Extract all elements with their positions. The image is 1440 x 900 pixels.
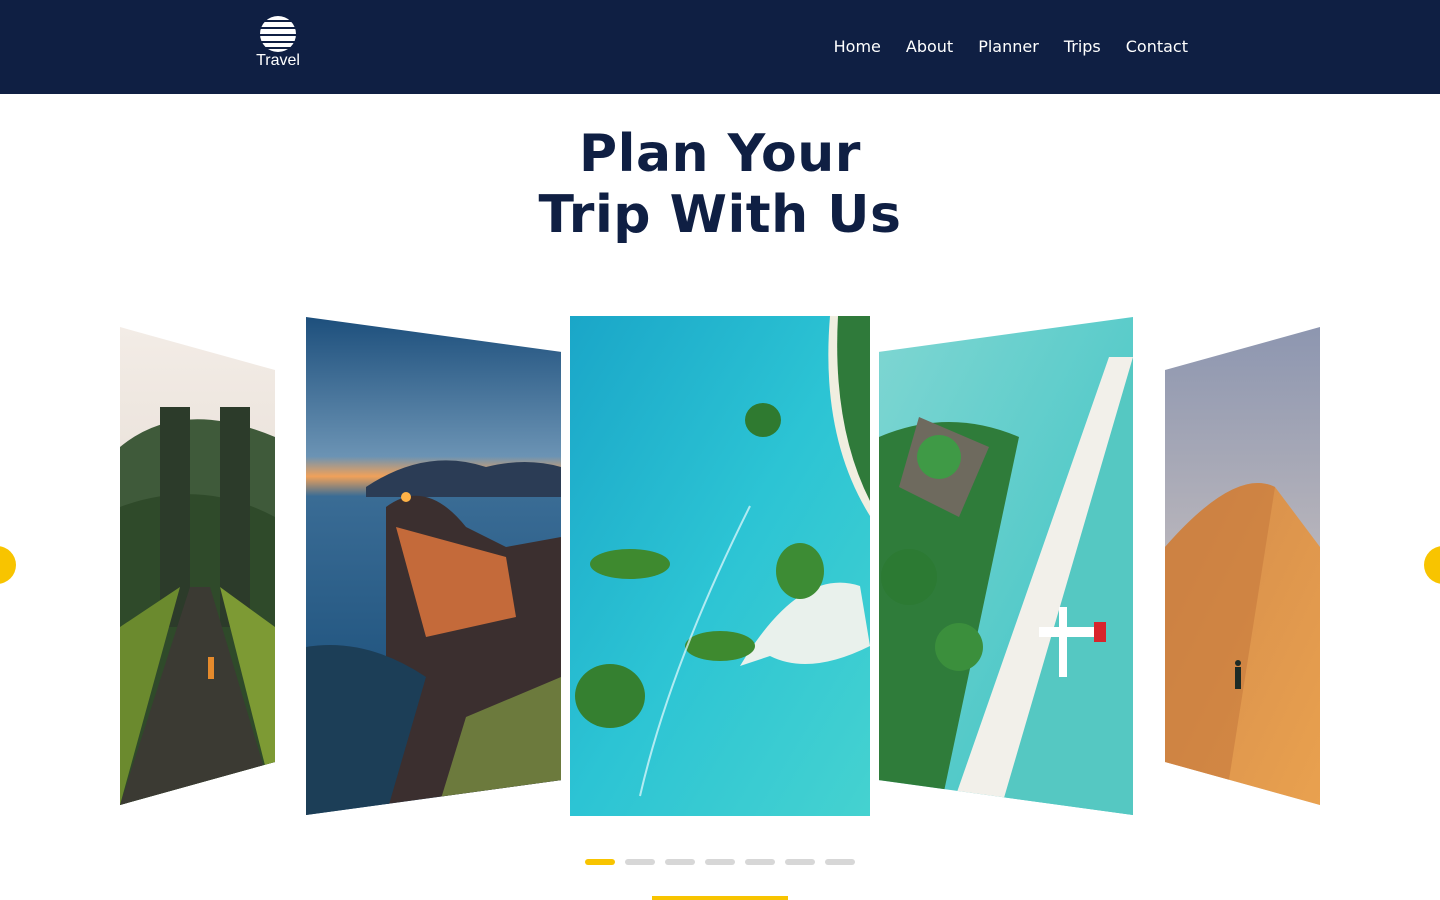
pagination-dot-6[interactable]	[785, 859, 815, 865]
site-header: Travel Home About Planner Trips Contact	[0, 0, 1440, 94]
pagination-dot-7[interactable]	[825, 859, 855, 865]
carousel-pagination	[585, 859, 855, 865]
slide-cliff-village[interactable]	[306, 317, 561, 815]
slide-beach-seaplane[interactable]	[879, 317, 1133, 815]
nav-contact[interactable]: Contact	[1126, 36, 1188, 58]
pagination-dot-4[interactable]	[705, 859, 735, 865]
main-nav: Home About Planner Trips Contact	[834, 36, 1188, 58]
carousel-prev-button[interactable]	[0, 546, 16, 584]
beach-resort-seaplane-photo	[879, 317, 1133, 815]
turquoise-lagoon-islands-photo	[570, 316, 870, 816]
globe-icon	[260, 16, 296, 52]
nav-planner[interactable]: Planner	[978, 36, 1039, 58]
nav-about[interactable]: About	[906, 36, 953, 58]
section-accent-bar	[652, 896, 788, 900]
nav-trips[interactable]: Trips	[1064, 36, 1101, 58]
nav-home[interactable]: Home	[834, 36, 881, 58]
pagination-dot-2[interactable]	[625, 859, 655, 865]
pagination-dot-1[interactable]	[585, 859, 615, 865]
destination-carousel	[0, 300, 1440, 830]
hero-title-line-2: Trip With Us	[538, 185, 902, 245]
brand-name: Travel	[256, 52, 300, 69]
cliff-village-sunset-photo	[306, 317, 561, 815]
carousel-next-button[interactable]	[1424, 546, 1440, 584]
pagination-dot-3[interactable]	[665, 859, 695, 865]
pagination-dot-5[interactable]	[745, 859, 775, 865]
slide-lagoon-islands[interactable]	[570, 316, 870, 816]
slide-desert-dune[interactable]	[1165, 327, 1320, 805]
brand-logo[interactable]: Travel	[250, 16, 306, 72]
desert-dune-walker-photo	[1165, 327, 1320, 805]
temple-gate-road-photo	[120, 327, 275, 805]
hero-title-line-1: Plan Your	[579, 124, 861, 184]
slide-temple-gate[interactable]	[120, 327, 275, 805]
hero-title: Plan Your Trip With Us	[0, 124, 1440, 246]
